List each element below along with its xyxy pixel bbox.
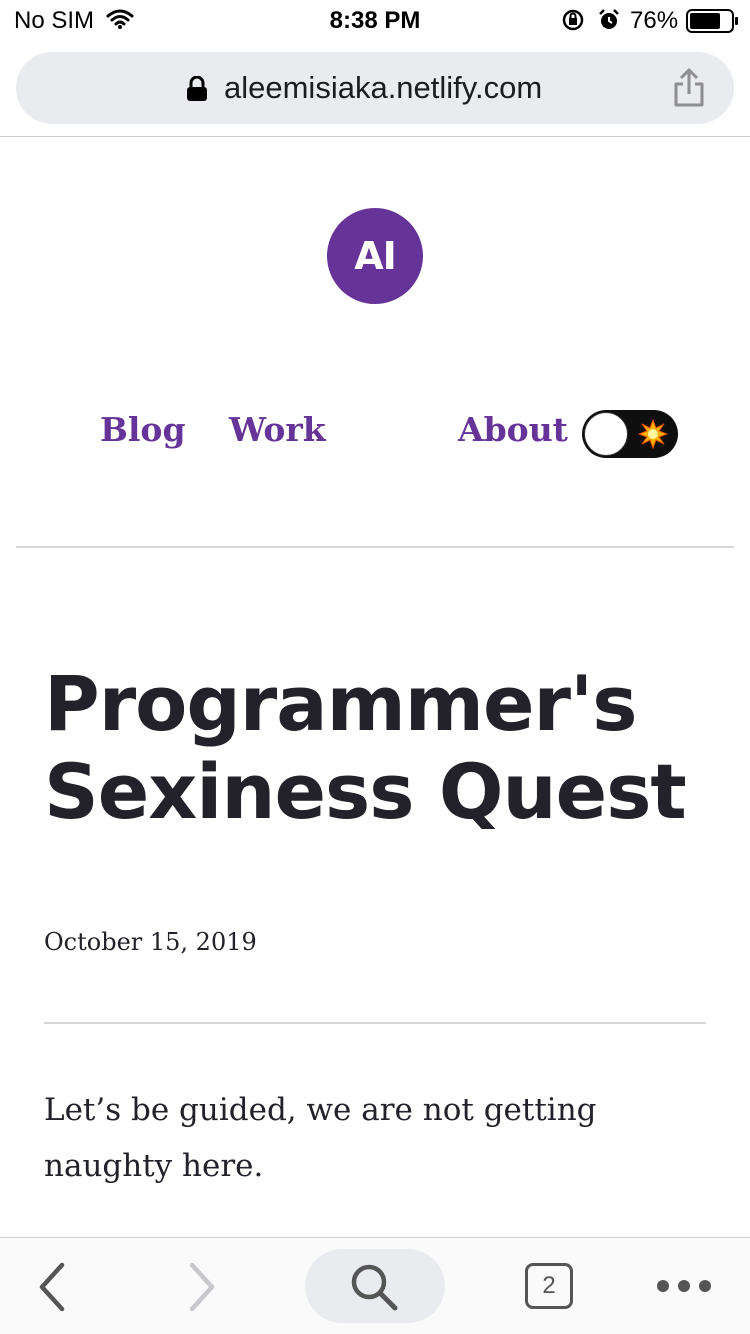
battery-icon <box>686 9 740 40</box>
status-bar: No SIM 8:38 PM 76% <box>0 0 750 40</box>
address-bar[interactable]: aleemisiaka.netlify.com <box>16 52 734 124</box>
article-date: October 15, 2019 <box>44 928 257 956</box>
more-icon[interactable] <box>656 1278 712 1299</box>
article-body: Let’s be guided, we are not getting naug… <box>44 1092 597 1184</box>
site-logo[interactable]: AI <box>327 208 423 304</box>
screen: No SIM 8:38 PM 76% aleemisiaka.netlify.c… <box>0 0 750 1334</box>
toolbar-divider <box>0 136 750 137</box>
article-title: Programmer's Sexiness Quest <box>44 659 687 836</box>
header-divider <box>16 546 734 548</box>
article-divider <box>44 1022 706 1024</box>
nav-about-link[interactable]: About <box>458 410 568 449</box>
padlock-icon <box>186 75 208 107</box>
search-button[interactable] <box>305 1249 445 1323</box>
search-icon <box>351 1264 398 1311</box>
url-text: aleemisiaka.netlify.com <box>224 70 543 105</box>
alarm-icon <box>597 8 621 39</box>
tabs-button[interactable]: 2 <box>525 1263 573 1309</box>
battery-percent: 76% <box>630 7 679 34</box>
theme-toggle[interactable] <box>582 410 678 458</box>
share-icon[interactable] <box>672 68 706 113</box>
forward-icon[interactable] <box>186 1262 218 1317</box>
sun-icon <box>637 418 669 454</box>
browser-toolbar: 2 <box>0 1237 750 1334</box>
back-icon[interactable] <box>36 1262 68 1317</box>
orientation-lock-icon <box>561 8 585 39</box>
toggle-knob <box>584 412 628 456</box>
nav-blog-link[interactable]: Blog <box>100 410 186 449</box>
nav-work-link[interactable]: Work <box>229 410 326 449</box>
